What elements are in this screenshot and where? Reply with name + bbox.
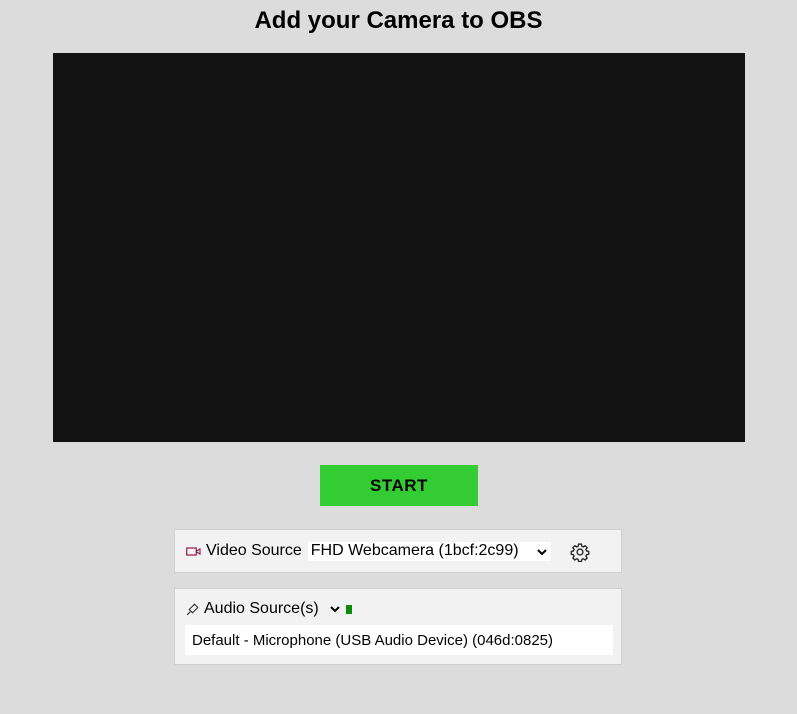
chevron-down-icon — [329, 603, 341, 615]
audio-device-item[interactable]: Default - Microphone (USB Audio Device) … — [185, 625, 613, 655]
audio-device-label: Default - Microphone (USB Audio Device) … — [192, 631, 554, 649]
audio-level-meter — [345, 604, 352, 614]
video-source-select[interactable]: FHD Webcamera (1bcf:2c99) — [307, 541, 551, 563]
audio-source-panel: Audio Source(s) Default - Microphone (US… — [174, 588, 622, 665]
start-button[interactable]: START — [320, 465, 478, 506]
video-source-label: Video Source — [206, 542, 302, 559]
gear-icon — [570, 542, 590, 562]
page-title: Add your Camera to OBS — [254, 7, 543, 34]
audio-sources-toggle[interactable] — [329, 603, 341, 615]
video-camera-icon — [186, 546, 201, 557]
chevron-down-icon — [536, 545, 548, 563]
video-source-panel: Video Source FHD Webcamera (1bcf:2c99) — [174, 529, 622, 573]
audio-source-label: Audio Source(s) — [204, 600, 319, 617]
microphone-icon — [186, 602, 199, 616]
video-source-selected: FHD Webcamera (1bcf:2c99) — [310, 542, 519, 559]
video-settings-button[interactable] — [569, 541, 591, 563]
camera-preview — [53, 53, 745, 442]
